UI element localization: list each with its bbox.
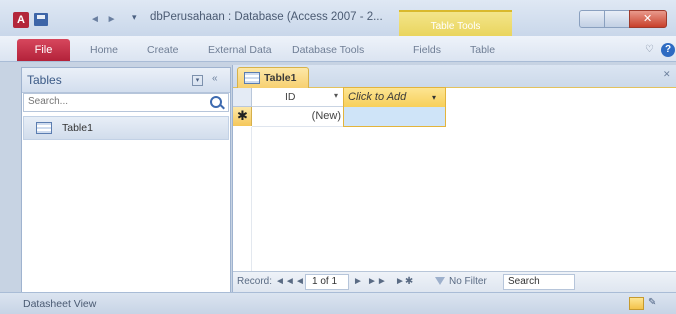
tab-create[interactable]: Create: [147, 44, 179, 56]
help-icon[interactable]: ?: [661, 43, 675, 57]
column-header-click-to-add[interactable]: Click to Add ▾: [343, 87, 446, 108]
tab-table[interactable]: Table: [470, 44, 495, 56]
record-navigation-bar: Record: ◄◄ ◄ 1 of 1 ► ►► ►✱ No Filter Se…: [233, 271, 676, 292]
new-record-icon: ✱: [237, 108, 248, 123]
window-controls: [579, 10, 669, 28]
record-search-label: Search: [508, 276, 540, 287]
nav-pane-title: Tables: [27, 73, 62, 87]
new-record-icon[interactable]: ►✱: [395, 276, 413, 287]
table-tools-label: Table Tools: [430, 21, 481, 32]
nav-item-table1[interactable]: Table1: [23, 116, 229, 140]
tab-fields[interactable]: Fields: [413, 44, 441, 56]
document-area: Table1 ✕ ID ▾ Click to Add ▾ ✱ (New) Rec…: [232, 65, 676, 292]
grid-empty-area: [233, 127, 676, 271]
minimize-ribbon-icon[interactable]: ♡: [645, 44, 654, 55]
record-selector-divider: [251, 127, 252, 271]
nav-search-input[interactable]: [26, 94, 203, 109]
table-icon: [36, 122, 52, 134]
chevron-down-icon[interactable]: ▾: [432, 93, 436, 102]
access-window: A ◄ ► ▾ dbPerusahaan : Database (Access …: [0, 0, 676, 314]
document-tab-strip: Table1 ✕: [233, 65, 676, 88]
tab-file[interactable]: File: [17, 39, 70, 61]
status-bar: Datasheet View ✎: [0, 292, 676, 314]
document-tab-table1[interactable]: Table1: [237, 67, 309, 88]
nav-pane-menu-icon[interactable]: ▾: [192, 75, 203, 86]
maximize-button[interactable]: [604, 10, 630, 28]
previous-record-icon[interactable]: ◄: [295, 276, 305, 287]
shutter-bar-icon[interactable]: «: [212, 73, 218, 84]
close-button[interactable]: [629, 10, 667, 28]
close-document-icon[interactable]: ✕: [663, 69, 671, 80]
tab-home[interactable]: Home: [90, 44, 118, 56]
tab-database-tools[interactable]: Database Tools: [292, 44, 364, 56]
window-title: dbPerusahaan : Database (Access 2007 - 2…: [150, 11, 383, 23]
nav-pane-header[interactable]: Tables ▾ «: [22, 68, 230, 93]
cell-click-to-add-selected[interactable]: [343, 107, 446, 127]
view-status-label: Datasheet View: [23, 298, 97, 310]
save-icon[interactable]: [34, 13, 48, 26]
nav-item-label: Table1: [62, 122, 93, 134]
new-record-selector[interactable]: ✱: [233, 107, 252, 126]
no-filter-button[interactable]: No Filter: [449, 276, 487, 287]
minimize-button[interactable]: [579, 10, 605, 28]
column-header-label: Click to Add: [348, 91, 407, 103]
record-search-box[interactable]: Search: [503, 274, 575, 290]
tab-external-data[interactable]: External Data: [208, 44, 272, 56]
first-record-icon[interactable]: ◄◄: [275, 276, 295, 287]
ribbon-tabs: File Home Create External Data Database …: [0, 36, 676, 62]
select-all-corner[interactable]: [233, 88, 252, 107]
column-header-label: ID: [285, 91, 296, 103]
access-app-icon[interactable]: A: [13, 12, 29, 28]
chevron-down-icon[interactable]: ▾: [334, 91, 338, 100]
current-record-value: 1 of 1: [312, 276, 338, 287]
filter-icon: [435, 277, 445, 285]
datasheet-grid: ID ▾ Click to Add ▾ ✱ (New): [233, 87, 676, 271]
record-label: Record:: [237, 276, 273, 287]
column-header-id[interactable]: ID ▾: [252, 88, 344, 107]
quick-access-toolbar[interactable]: ◄ ►: [90, 14, 119, 25]
search-icon[interactable]: [210, 96, 222, 108]
nav-search-box: [23, 93, 229, 112]
customize-qat-chevron-icon[interactable]: ▾: [132, 12, 137, 23]
design-view-icon[interactable]: ✎: [648, 297, 661, 308]
last-record-icon[interactable]: ►►: [367, 276, 387, 287]
next-record-icon[interactable]: ►: [353, 276, 363, 287]
current-record-field[interactable]: 1 of 1: [305, 274, 349, 290]
title-bar: A ◄ ► ▾ dbPerusahaan : Database (Access …: [0, 0, 676, 44]
new-row-value: (New): [311, 110, 341, 122]
navigation-pane: Tables ▾ « Table1: [21, 67, 231, 294]
table-icon: [244, 72, 260, 84]
cell-id-new[interactable]: (New): [252, 107, 343, 127]
document-tab-label: Table1: [264, 72, 297, 84]
datasheet-view-icon[interactable]: [629, 297, 644, 310]
